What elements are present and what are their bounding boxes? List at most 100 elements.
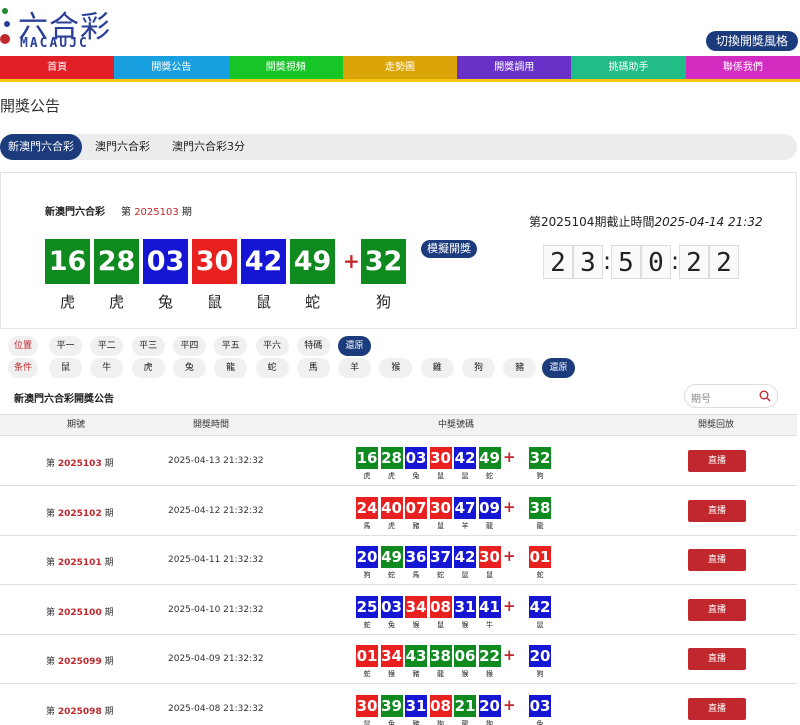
nav-item-2[interactable]: 開獎公告 bbox=[114, 56, 229, 79]
row-issue: 第 2025098 期 bbox=[46, 704, 114, 717]
nav-item-1[interactable]: 首頁 bbox=[0, 56, 115, 79]
live-replay-button[interactable]: 直播 bbox=[688, 697, 746, 720]
live-replay-button[interactable]: 直播 bbox=[688, 450, 746, 472]
nav-item-4[interactable]: 走勢圖 bbox=[342, 56, 458, 79]
zodiac-label: 鼠 bbox=[461, 472, 469, 480]
row-date: 2025-04-08 21:32:32 bbox=[168, 703, 264, 714]
number-ball: 24 bbox=[356, 496, 378, 519]
condition-reset-button[interactable]: 還原 bbox=[542, 358, 575, 378]
position-reset-button[interactable]: 還原 bbox=[338, 336, 371, 356]
search-icon[interactable] bbox=[759, 390, 771, 402]
zodiac-label: 蛇 bbox=[363, 620, 371, 629]
nav-item-6[interactable]: 挑碼助手 bbox=[571, 56, 686, 79]
position-chip[interactable]: 特碼 bbox=[296, 336, 330, 356]
simulate-draw-button[interactable]: 模擬開獎 bbox=[421, 240, 477, 258]
live-replay-button[interactable]: 直播 bbox=[688, 598, 746, 621]
position-chip[interactable]: 平六 bbox=[255, 336, 289, 356]
issue-prefix: 第 bbox=[46, 706, 58, 717]
live-replay-button[interactable]: 直播 bbox=[688, 648, 746, 670]
number-ball: 21 bbox=[454, 694, 476, 717]
condition-chip[interactable]: 牛 bbox=[90, 358, 124, 378]
condition-chip[interactable]: 狗 bbox=[462, 358, 495, 378]
number-ball: 41 bbox=[478, 595, 501, 618]
zodiac-label: 兔 bbox=[157, 293, 173, 311]
next-deadline: 第2025104期截止時間2025-04-14 21:32 bbox=[529, 215, 763, 229]
special-zodiac-label: 狗 bbox=[536, 670, 544, 678]
issue-prefix: 第 bbox=[46, 459, 58, 469]
issue-search-input[interactable]: 期号 bbox=[684, 384, 778, 408]
condition-chip[interactable]: 蛇 bbox=[255, 358, 289, 378]
position-chip[interactable]: 平三 bbox=[131, 336, 165, 356]
current-issue: 第 2025103 期 bbox=[121, 207, 192, 218]
row-date: 2025-04-12 21:32:32 bbox=[168, 505, 264, 516]
tab-macau-3min[interactable]: 澳門六合彩3分 bbox=[164, 134, 253, 160]
tab-macau[interactable]: 澳門六合彩 bbox=[87, 134, 158, 160]
nav-item-3[interactable]: 開獎視頻 bbox=[228, 56, 343, 79]
zodiac-label: 狗 bbox=[363, 571, 371, 579]
number-ball: 25 bbox=[356, 595, 378, 618]
logo-dots bbox=[0, 8, 14, 48]
zodiac-label: 豬 bbox=[412, 521, 420, 530]
number-ball: 49 bbox=[290, 239, 335, 284]
number-ball: 03 bbox=[380, 595, 403, 618]
zodiac-label: 猴 bbox=[388, 670, 395, 678]
condition-chip[interactable]: 雞 bbox=[420, 358, 454, 378]
zodiac-label: 虎 bbox=[388, 472, 395, 480]
number-ball: 30 bbox=[356, 694, 378, 717]
special-number-ball: 32 bbox=[361, 239, 406, 284]
number-ball: 30 bbox=[429, 496, 452, 519]
main-nav: 首頁 開獎公告 開獎視頻 走勢圖 開獎調用 挑碼助手 聯係我們 bbox=[0, 56, 800, 82]
zodiac-label: 馬 bbox=[412, 571, 420, 579]
nav-item-7[interactable]: 聯係我們 bbox=[685, 56, 800, 79]
position-chip[interactable]: 平一 bbox=[49, 336, 82, 356]
condition-chip[interactable]: 羊 bbox=[338, 358, 372, 378]
plus-sign: + bbox=[503, 596, 516, 615]
position-chip[interactable]: 平五 bbox=[214, 336, 248, 356]
switch-style-button[interactable]: 切換開獎風格 bbox=[705, 31, 798, 51]
condition-chip[interactable]: 鼠 bbox=[49, 358, 82, 378]
zodiac-label: 蛇 bbox=[486, 472, 493, 480]
special-number-ball: 38 bbox=[529, 496, 551, 519]
number-ball: 03 bbox=[405, 447, 427, 469]
condition-chip[interactable]: 馬 bbox=[296, 358, 330, 378]
live-replay-button[interactable]: 直播 bbox=[688, 499, 746, 522]
row-date: 2025-04-11 21:32:32 bbox=[168, 555, 264, 565]
number-ball: 42 bbox=[241, 239, 286, 284]
live-replay-button[interactable]: 直播 bbox=[688, 549, 746, 571]
header-time: 開獎時間 bbox=[193, 420, 230, 430]
countdown-digit: 2 bbox=[709, 245, 739, 279]
condition-chip[interactable]: 兔 bbox=[172, 358, 206, 378]
zodiac-label: 龍 bbox=[461, 719, 469, 725]
number-ball: 30 bbox=[192, 239, 237, 284]
condition-chip[interactable]: 虎 bbox=[131, 358, 165, 378]
number-ball: 40 bbox=[380, 496, 403, 519]
number-ball: 09 bbox=[478, 496, 501, 519]
zodiac-label: 馬 bbox=[363, 521, 371, 530]
plus-sign: + bbox=[503, 547, 516, 565]
number-ball: 31 bbox=[454, 595, 476, 618]
number-ball: 42 bbox=[454, 546, 476, 568]
zodiac-label: 鼠 bbox=[363, 719, 371, 725]
condition-chip[interactable]: 豬 bbox=[503, 358, 537, 378]
position-filter-label: 位置 bbox=[8, 336, 38, 356]
lottery-tabs: 新澳門六合彩 澳門六合彩 澳門六合彩3分 bbox=[0, 134, 797, 160]
condition-chip[interactable]: 猴 bbox=[379, 358, 413, 378]
condition-chip[interactable]: 龍 bbox=[214, 358, 248, 378]
tab-new-macau[interactable]: 新澳門六合彩 bbox=[0, 134, 82, 160]
zodiac-label: 鼠 bbox=[437, 521, 444, 530]
row-date: 2025-04-10 21:32:32 bbox=[168, 604, 264, 615]
zodiac-label: 虎 bbox=[388, 521, 395, 530]
nav-item-5[interactable]: 開獎調用 bbox=[457, 56, 572, 79]
lottery-name: 新澳門六合彩 bbox=[45, 207, 105, 218]
page-title: 開獎公告 bbox=[0, 97, 61, 115]
special-number-ball: 32 bbox=[529, 447, 551, 469]
position-chip[interactable]: 平四 bbox=[172, 336, 206, 356]
row-issue: 第 2025101 期 bbox=[46, 555, 114, 568]
row-issue: 第 2025100 期 bbox=[46, 605, 114, 618]
special-number-ball: 42 bbox=[529, 595, 551, 618]
number-ball: 16 bbox=[356, 447, 378, 469]
position-chip[interactable]: 平二 bbox=[90, 336, 124, 356]
plus-sign: + bbox=[503, 695, 516, 714]
countdown-separator: : bbox=[671, 247, 680, 275]
logo-subtitle: MACAUJC bbox=[20, 36, 89, 51]
